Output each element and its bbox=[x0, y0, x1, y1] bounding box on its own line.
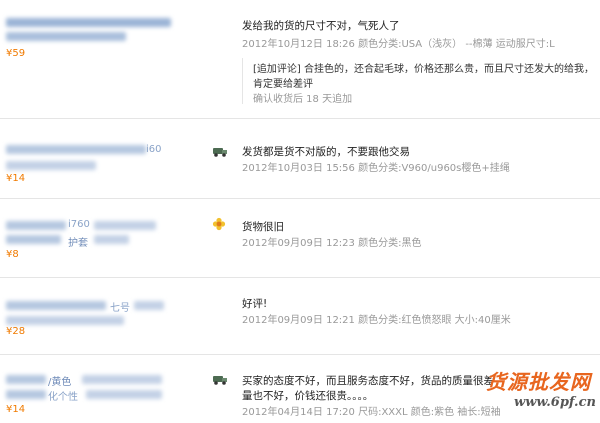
product-title-blurred[interactable] bbox=[6, 145, 146, 154]
review-row: ¥59 发给我的货的尺寸不对，气死人了 2012年10月12日 18:26 颜色… bbox=[0, 0, 600, 118]
product-title-blurred[interactable] bbox=[94, 221, 156, 230]
product-price: ¥8 bbox=[6, 249, 19, 260]
product-info[interactable]: /黄色 化个性 ¥14 bbox=[6, 369, 196, 419]
product-title-blurred[interactable] bbox=[6, 161, 96, 170]
car-icon bbox=[213, 148, 227, 157]
product-title-blurred[interactable] bbox=[6, 316, 124, 325]
product-title-blurred[interactable] bbox=[6, 235, 61, 244]
follow-up-meta: 确认收货后 18 天追加 bbox=[253, 94, 353, 105]
review-meta: 2012年09月09日 12:23 颜色分类:黑色 bbox=[242, 238, 422, 249]
product-title-blurred[interactable] bbox=[6, 390, 46, 399]
follow-up-text: 肯定要给差评 bbox=[253, 79, 313, 90]
review-page: { "reviews": [ { "price": "¥59", "text":… bbox=[0, 0, 600, 423]
product-title-fragment[interactable]: i60 bbox=[146, 144, 162, 155]
car-icon bbox=[213, 376, 227, 385]
product-title-blurred[interactable] bbox=[6, 375, 46, 384]
product-price: ¥14 bbox=[6, 173, 26, 184]
product-info[interactable]: 七号 ¥28 bbox=[6, 296, 196, 346]
product-title-blurred[interactable] bbox=[82, 375, 162, 384]
product-info[interactable]: ¥59 bbox=[6, 10, 196, 70]
watermark-url: www.6pf.cn bbox=[514, 395, 596, 410]
product-price: ¥14 bbox=[6, 404, 26, 415]
flower-icon bbox=[212, 217, 226, 231]
review-text: 货物很旧 bbox=[242, 221, 284, 233]
product-title-fragment[interactable]: i760 bbox=[68, 219, 90, 230]
review-text: 发给我的货的尺寸不对，气死人了 bbox=[242, 20, 400, 32]
product-title-fragment[interactable]: 化个性 bbox=[48, 388, 78, 403]
product-price: ¥59 bbox=[6, 48, 26, 59]
review-row: i60 ¥14 发货都是货不对版的，不要跟他交易 2012年10月03日 15:… bbox=[0, 119, 600, 197]
product-title-fragment[interactable]: /黄色 bbox=[48, 373, 71, 388]
product-title-fragment[interactable]: 七号 bbox=[110, 299, 130, 314]
product-title-blurred[interactable] bbox=[6, 221, 66, 230]
product-title-blurred[interactable] bbox=[6, 32, 126, 41]
product-price: ¥28 bbox=[6, 326, 26, 337]
review-text: 好评! bbox=[242, 298, 268, 310]
review-row: i760 护套 ¥8 货物很旧 2012年09月09日 12:23 颜色分类:黑… bbox=[0, 199, 600, 277]
watermark-brand: 货源批发网 bbox=[486, 370, 591, 394]
follow-up-text: [追加评论] 合挂色的，还合起毛球，价格还那么贵，而且尺寸还发大的给我， bbox=[253, 64, 594, 75]
review-text: 发货都是货不对版的，不要跟他交易 bbox=[242, 146, 410, 158]
product-title-blurred[interactable] bbox=[94, 235, 129, 244]
review-text: 买家的态度不好，而且服务态度不好，货品的质量很差， bbox=[242, 375, 505, 387]
review-meta: 2012年09月09日 12:21 颜色分类:红色愤怒眼 大小:40厘米 bbox=[242, 315, 511, 326]
product-title-blurred[interactable] bbox=[86, 390, 162, 399]
review-meta: 2012年10月12日 18:26 颜色分类:USA（浅灰） --棉薄 运动服尺… bbox=[242, 39, 555, 50]
product-info[interactable]: i760 护套 ¥8 bbox=[6, 215, 196, 265]
product-title-blurred[interactable] bbox=[134, 301, 164, 310]
review-meta: 2012年10月03日 15:56 颜色分类:V960/u960s樱色+挂绳 bbox=[242, 163, 510, 174]
product-title-blurred[interactable] bbox=[6, 18, 171, 27]
product-title-blurred[interactable] bbox=[6, 301, 106, 310]
review-row: 七号 ¥28 好评! 2012年09月09日 12:21 颜色分类:红色愤怒眼 … bbox=[0, 278, 600, 354]
product-info[interactable]: i60 ¥14 bbox=[6, 139, 196, 189]
follow-up-review: [追加评论] 合挂色的，还合起毛球，价格还那么贵，而且尺寸还发大的给我， 肯定要… bbox=[242, 58, 594, 105]
review-meta: 2012年04月14日 17:20 尺码:XXXL 颜色:紫色 袖长:短袖 bbox=[242, 407, 501, 418]
product-title-fragment[interactable]: 护套 bbox=[68, 234, 88, 249]
review-text: 量也不好，价钱还很贵。。。。 bbox=[242, 390, 374, 402]
